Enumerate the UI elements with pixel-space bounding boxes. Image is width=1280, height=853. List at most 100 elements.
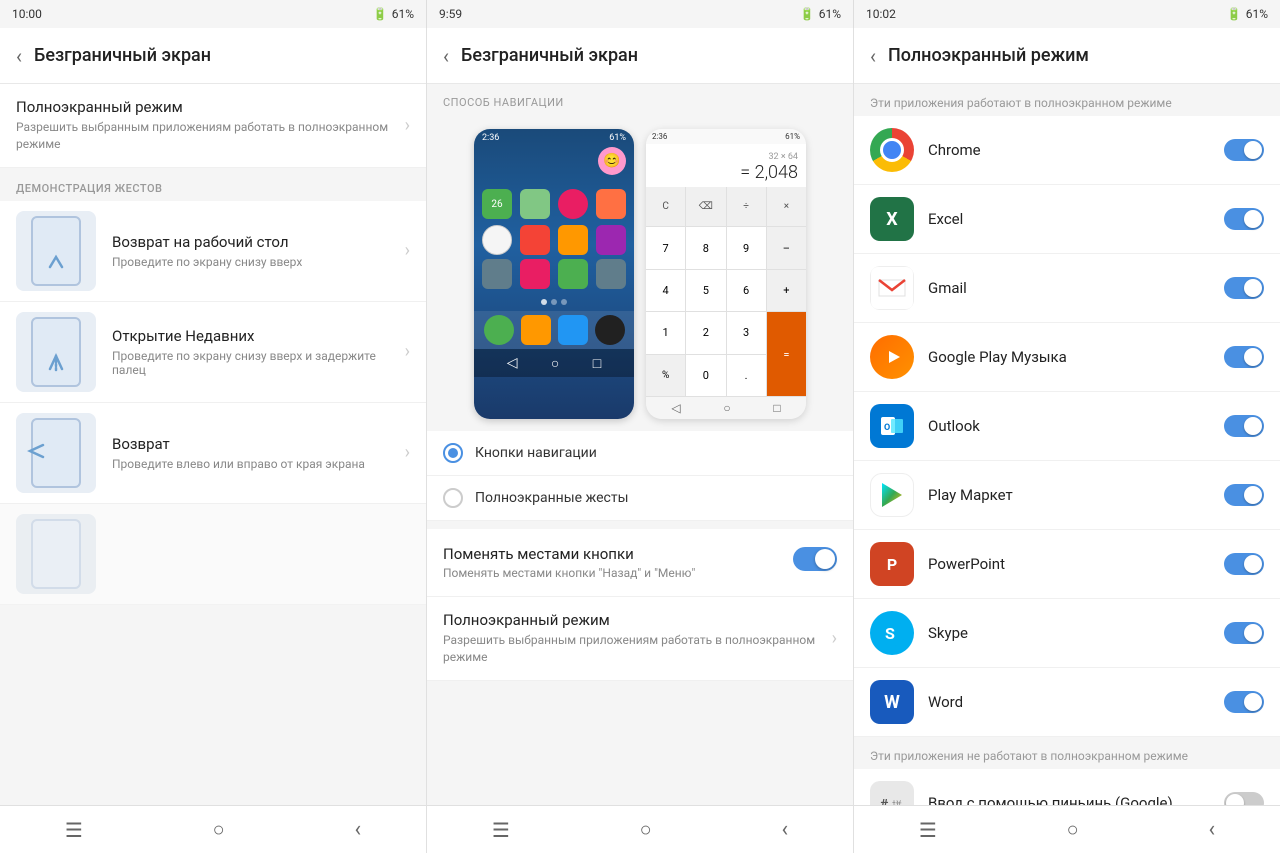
battery-icon-panel2: 🔋 bbox=[800, 7, 815, 21]
ppt-icon: P bbox=[870, 542, 914, 586]
excel-icon: X bbox=[870, 197, 914, 241]
gesture-home-title: Возврат на рабочий стол bbox=[112, 233, 397, 251]
app-name-gplay: Google Play Музыка bbox=[928, 348, 1224, 366]
panels-container: ‹ Безграничный экран Полноэкранный режим… bbox=[0, 28, 1280, 853]
chevron-icon-panel1: › bbox=[405, 115, 410, 136]
toggle-skype[interactable] bbox=[1224, 622, 1264, 644]
gesture-back-title: Возврат bbox=[112, 435, 397, 453]
app-name-pinyin: Ввод с помощью пиньинь (Google) bbox=[928, 794, 1224, 805]
gesture-thumb-extra bbox=[16, 514, 96, 594]
nav-preview: 2:36 61% 😊 26 bbox=[427, 117, 853, 431]
app-icon-chrome bbox=[870, 128, 914, 172]
battery-icon-panel1: 🔋 bbox=[373, 7, 388, 21]
phone-icons-row3 bbox=[474, 255, 634, 293]
fullscreen-mode-title-panel1: Полноэкранный режим bbox=[16, 98, 397, 116]
fullscreen-mode-content-panel2: Полноэкранный режим Разрешить выбранным … bbox=[443, 611, 824, 666]
menu-btn-panel2[interactable]: ☰ bbox=[492, 818, 510, 842]
home-btn-panel1[interactable]: ○ bbox=[213, 817, 225, 842]
back-button-panel2[interactable]: ‹ bbox=[443, 44, 449, 68]
toggle-gmail[interactable] bbox=[1224, 277, 1264, 299]
toggle-chrome[interactable] bbox=[1224, 139, 1264, 161]
fullscreen-mode-item-panel2[interactable]: Полноэкранный режим Разрешить выбранным … bbox=[427, 597, 853, 681]
time-panel1: 10:00 bbox=[12, 7, 42, 21]
outlook-icon: O bbox=[870, 404, 914, 448]
app-icon-gmail bbox=[870, 266, 914, 310]
toggle-ppt[interactable] bbox=[1224, 553, 1264, 575]
gesture-back[interactable]: Возврат Проведите влево или вправо от кр… bbox=[0, 403, 426, 504]
calc-mockup: 2:36 61% 32 × 64 = 2,048 C ⌫ ÷ × 7 bbox=[646, 129, 806, 419]
phone-mock-recent bbox=[31, 317, 81, 387]
panel1-title: Безграничный экран bbox=[34, 45, 211, 66]
home-btn-panel3[interactable]: ○ bbox=[1067, 817, 1079, 842]
chevron-icon-gesture-recent: › bbox=[405, 341, 410, 362]
calc-buttons: C ⌫ ÷ × 7 8 9 – 4 5 6 + 1 2 3 bbox=[646, 187, 806, 396]
svg-text:S: S bbox=[885, 624, 895, 643]
gesture-thumb-recent bbox=[16, 312, 96, 392]
app-name-ppt: PowerPoint bbox=[928, 555, 1224, 573]
panel2-header: ‹ Безграничный экран bbox=[427, 28, 853, 84]
radio-label-nav-buttons: Кнопки навигации bbox=[475, 445, 597, 461]
gesture-recent-title: Открытие Недавних bbox=[112, 327, 397, 345]
gesture-home-text: Возврат на рабочий стол Проведите по экр… bbox=[112, 233, 397, 269]
menu-btn-panel1[interactable]: ☰ bbox=[65, 818, 83, 842]
gesture-thumb-back bbox=[16, 413, 96, 493]
toggle-excel[interactable] bbox=[1224, 208, 1264, 230]
back-btn-panel1[interactable]: ‹ bbox=[354, 817, 361, 842]
fullscreen-mode-item-panel1[interactable]: Полноэкранный режим Разрешить выбранным … bbox=[0, 84, 426, 168]
home-btn-panel2[interactable]: ○ bbox=[640, 817, 652, 842]
toggle-playmarket[interactable] bbox=[1224, 484, 1264, 506]
battery-icon-panel3: 🔋 bbox=[1227, 7, 1242, 21]
app-item-playmarket: Play Маркет bbox=[854, 461, 1280, 530]
panel1-header: ‹ Безграничный экран bbox=[0, 28, 426, 84]
toggle-gplay[interactable] bbox=[1224, 346, 1264, 368]
gesture-extra[interactable] bbox=[0, 504, 426, 605]
toggle-pinyin[interactable] bbox=[1224, 792, 1264, 805]
phone-dock bbox=[474, 311, 634, 349]
bottom-nav-panel3: ☰ ○ ‹ bbox=[854, 805, 1280, 853]
swap-toggle-title: Поменять местами кнопки bbox=[443, 545, 781, 563]
panel2-content: СПОСОБ НАВИГАЦИИ 2:36 61% 😊 bbox=[427, 84, 853, 805]
radio-navigation-buttons[interactable]: Кнопки навигации bbox=[427, 431, 853, 476]
calc-nav: ◁ ○ □ bbox=[646, 396, 806, 419]
swap-toggle-switch[interactable] bbox=[793, 547, 837, 571]
panel1-content: Полноэкранный режим Разрешить выбранным … bbox=[0, 84, 426, 805]
back-btn-panel3[interactable]: ‹ bbox=[1208, 817, 1215, 842]
swap-toggle-subtitle: Поменять местами кнопки "Назад" и "Меню" bbox=[443, 566, 781, 580]
phone-icons-row1: 26 bbox=[474, 183, 634, 225]
panel2-title: Безграничный экран bbox=[461, 45, 638, 66]
chevron-icon-gesture-back: › bbox=[405, 442, 410, 463]
app-item-ppt: P PowerPoint bbox=[854, 530, 1280, 599]
phone-dots bbox=[474, 293, 634, 311]
toggle-outlook[interactable] bbox=[1224, 415, 1264, 437]
bottom-nav-panel2: ☰ ○ ‹ bbox=[427, 805, 853, 853]
app-item-outlook: O Outlook bbox=[854, 392, 1280, 461]
chrome-icon bbox=[870, 128, 914, 172]
back-button-panel3[interactable]: ‹ bbox=[870, 44, 876, 68]
status-bar-panel2: 9:59 🔋 61% bbox=[427, 0, 854, 28]
swap-toggle-item: Поменять местами кнопки Поменять местами… bbox=[427, 529, 853, 597]
phone-status: 2:36 61% bbox=[474, 129, 634, 147]
panel3-title: Полноэкранный режим bbox=[888, 45, 1089, 66]
word-icon: W bbox=[870, 680, 914, 724]
app-icon-skype: S bbox=[870, 611, 914, 655]
menu-btn-panel3[interactable]: ☰ bbox=[919, 818, 937, 842]
playmarket-icon bbox=[870, 473, 914, 517]
radio-circle-selected bbox=[443, 443, 463, 463]
back-btn-panel2[interactable]: ‹ bbox=[781, 817, 788, 842]
back-button-panel1[interactable]: ‹ bbox=[16, 44, 22, 68]
app-item-gplay: Google Play Музыка bbox=[854, 323, 1280, 392]
radio-fullscreen-gestures[interactable]: Полноэкранные жесты bbox=[427, 476, 853, 521]
app-item-skype: S Skype bbox=[854, 599, 1280, 668]
toggle-word[interactable] bbox=[1224, 691, 1264, 713]
phone-screen: 2:36 61% 😊 26 bbox=[474, 129, 634, 419]
phone-mock-home bbox=[31, 216, 81, 286]
gesture-home[interactable]: Возврат на рабочий стол Проведите по экр… bbox=[0, 201, 426, 302]
gesture-section-label: ДЕМОНСТРАЦИЯ ЖЕСТОВ bbox=[0, 168, 426, 201]
gesture-home-desc: Проведите по экрану снизу вверх bbox=[112, 255, 397, 269]
status-right-panel3: 🔋 61% bbox=[1227, 7, 1268, 21]
app-icon-pinyin: # 拼 bbox=[870, 781, 914, 805]
fullscreen-mode-subtitle-panel1: Разрешить выбранным приложениям работать… bbox=[16, 119, 397, 153]
phone-mock-extra bbox=[31, 519, 81, 589]
app-icon-excel: X bbox=[870, 197, 914, 241]
gesture-recent[interactable]: Открытие Недавних Проведите по экрану сн… bbox=[0, 302, 426, 403]
